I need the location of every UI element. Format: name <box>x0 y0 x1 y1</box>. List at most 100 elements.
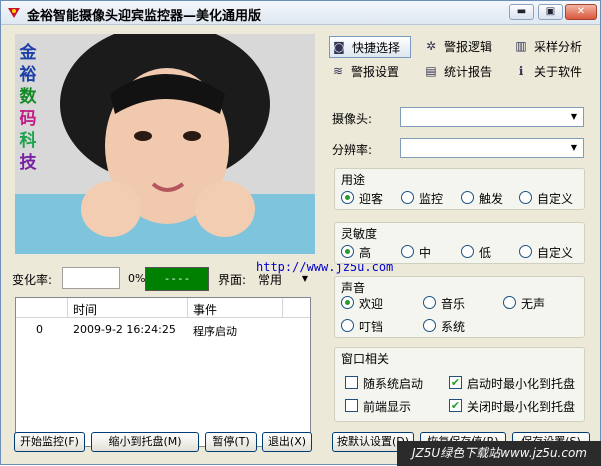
radio-label: 系统 <box>441 320 466 334</box>
radio-label: 低 <box>479 246 492 260</box>
radio-label: 叮铛 <box>359 320 384 334</box>
radio-label: 迎客 <box>359 192 384 206</box>
exit-button[interactable]: 退出(X) <box>262 432 312 452</box>
wave-icon: ≋ <box>332 64 344 78</box>
radio-indicator <box>401 191 414 204</box>
maximize-button[interactable]: ▣ <box>538 4 563 20</box>
close-button[interactable]: ✕ <box>565 4 597 20</box>
log-cell-event: 程序启动 <box>193 325 237 338</box>
radio-label: 音乐 <box>441 297 466 311</box>
resolution-select[interactable]: ▼ <box>400 138 584 158</box>
logo-char: 技 <box>19 153 37 173</box>
minimize-button[interactable]: ▬ <box>509 4 534 20</box>
log-column-time: 时间 <box>73 303 98 317</box>
change-rate-field <box>62 267 120 289</box>
start-monitor-button[interactable]: 开始监控(F) <box>14 432 85 452</box>
change-rate-label: 变化率: <box>12 273 53 287</box>
checkbox-label: 关闭时最小化到托盘 <box>467 400 576 414</box>
sound-group: 声音 欢迎 音乐 无声 叮铛 系统 <box>334 276 585 338</box>
vertical-logo: 金 裕 数 码 科 技 <box>15 42 41 174</box>
window-options-group: 窗口相关 随系统启动 ✔ 启动时最小化到托盘 前端显示 ✔ 关闭时最小化到托盘 <box>334 347 585 422</box>
checkbox-label: 随系统启动 <box>363 377 424 391</box>
group-title: 窗口相关 <box>341 352 390 366</box>
checkbox-box <box>345 376 358 389</box>
radio-label: 高 <box>359 246 372 260</box>
radio-label: 触发 <box>479 192 504 206</box>
chevron-down-icon: ▼ <box>570 143 578 152</box>
logo-char: 科 <box>19 131 37 151</box>
group-title: 灵敏度 <box>341 227 378 241</box>
tab-label: 统计报告 <box>444 65 493 79</box>
radio-label: 自定义 <box>537 192 574 206</box>
logo-char: 码 <box>19 109 37 129</box>
radio-indicator <box>461 245 474 258</box>
checkbox-label: 启动时最小化到托盘 <box>467 377 576 391</box>
logo-char: 裕 <box>19 65 37 85</box>
radio-label: 欢迎 <box>359 297 384 311</box>
tab-label: 警报逻辑 <box>444 40 493 54</box>
column-divider <box>282 298 283 318</box>
gear-icon: ✲ <box>425 39 437 53</box>
pause-button[interactable]: 暂停(T) <box>205 432 257 452</box>
title-bar[interactable]: 金裕智能摄像头迎宾监控器—美化通用版 ▬ ▣ ✕ <box>1 1 600 25</box>
radio-indicator <box>341 319 354 332</box>
client-area: 金 裕 数 码 科 技 变化率: 0% ---- 界面: 常用 ▼ http:/… <box>4 27 598 463</box>
event-log-list[interactable]: 时间 事件 0 2009-9-2 16:24:25 程序启动 <box>15 297 311 447</box>
logo-char: 数 <box>19 87 37 107</box>
status-indicator: ---- <box>145 267 209 291</box>
tab-alarm-logic[interactable]: ✲ 警报逻辑 <box>422 36 504 58</box>
tab-label: 关于软件 <box>534 65 583 79</box>
checkbox-label: 前端显示 <box>363 400 412 414</box>
table-row[interactable]: 0 2009-9-2 16:24:25 程序启动 <box>16 322 310 340</box>
tab-quick-select[interactable]: ◙ 快捷选择 <box>329 36 411 58</box>
checkmark-icon: ✔ <box>449 399 462 412</box>
column-divider <box>67 298 68 318</box>
app-window: 金裕智能摄像头迎宾监控器—美化通用版 ▬ ▣ ✕ 金 裕 数 码 科 技 变化率… <box>0 0 601 466</box>
tab-label: 采样分析 <box>534 40 583 54</box>
tab-alarm-settings[interactable]: ≋ 警报设置 <box>329 61 411 83</box>
radio-indicator <box>341 296 354 309</box>
radio-indicator <box>423 296 436 309</box>
camera-label: 摄像头: <box>332 112 373 126</box>
report-icon: ▤ <box>425 64 437 78</box>
minimize-to-tray-button[interactable]: 缩小到托盘(M) <box>91 432 199 452</box>
logo-char: 金 <box>19 43 37 63</box>
camera-select[interactable]: ▼ <box>400 107 584 127</box>
sensitivity-group: 灵敏度 高 中 低 自定义 <box>334 222 585 264</box>
radio-label: 自定义 <box>537 246 574 260</box>
change-rate-percent: 0% <box>128 272 146 285</box>
radio-indicator <box>503 296 516 309</box>
radio-indicator <box>341 245 354 258</box>
radio-indicator <box>519 191 532 204</box>
radio-indicator <box>519 245 532 258</box>
radio-indicator <box>461 191 474 204</box>
radio-indicator <box>401 245 414 258</box>
tab-about[interactable]: ℹ 关于软件 <box>512 61 594 83</box>
group-title: 用途 <box>341 173 366 187</box>
window-title: 金裕智能摄像头迎宾监控器—美化通用版 <box>27 9 262 24</box>
tab-statistics-report[interactable]: ▤ 统计报告 <box>422 61 504 83</box>
radio-indicator <box>423 319 436 332</box>
log-cell-index: 0 <box>36 323 43 336</box>
preview-image <box>15 34 315 254</box>
checkmark-icon: ✔ <box>449 376 462 389</box>
log-cell-time: 2009-9-2 16:24:25 <box>73 323 176 336</box>
radio-label: 监控 <box>419 192 444 206</box>
log-column-event: 事件 <box>193 303 218 317</box>
log-header: 时间 事件 <box>16 298 310 318</box>
camera-icon: ◙ <box>333 40 345 54</box>
chevron-down-icon: ▼ <box>570 112 578 121</box>
radio-label: 中 <box>419 246 432 260</box>
camera-preview: 金 裕 数 码 科 技 <box>15 34 315 254</box>
purpose-group: 用途 迎客 监控 触发 自定义 <box>334 168 585 210</box>
tab-sample-analysis[interactable]: ▥ 采样分析 <box>512 36 594 58</box>
watermark-banner: JZ5U绿色下载站www.jz5u.com <box>397 441 601 466</box>
app-icon <box>8 8 20 18</box>
radio-indicator <box>341 191 354 204</box>
group-title: 声音 <box>341 281 366 295</box>
resolution-label: 分辨率: <box>332 143 373 157</box>
checkbox-box <box>345 399 358 412</box>
tab-label: 警报设置 <box>351 65 400 79</box>
info-icon: ℹ <box>518 64 524 78</box>
bars-icon: ▥ <box>515 39 527 53</box>
